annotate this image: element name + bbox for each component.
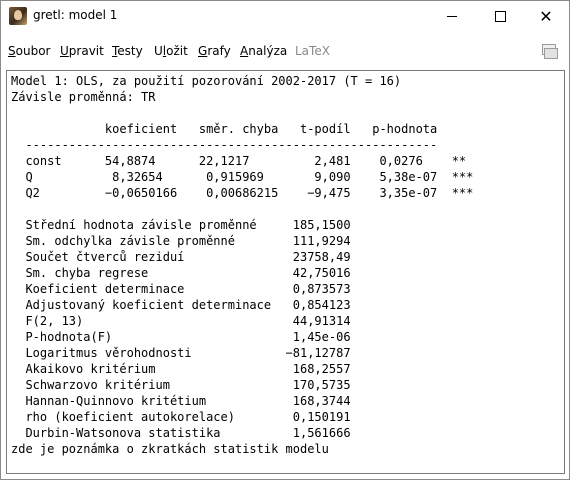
minimize-button[interactable] bbox=[429, 1, 475, 32]
menu-bar: Soubor Upravit Testy Uložit Grafy Analýz… bbox=[1, 32, 569, 70]
gretl-app-icon bbox=[9, 7, 27, 25]
output-line: Součet čtverců reziduí 23758,49 bbox=[11, 250, 351, 264]
maximize-button[interactable] bbox=[477, 1, 523, 32]
maximize-icon bbox=[494, 11, 506, 22]
output-line: Akaikovo kritérium 168,2557 bbox=[11, 362, 351, 376]
output-line: Střední hodnota závisle proměnné 185,150… bbox=[11, 218, 351, 232]
model-output-text: Model 1: OLS, za použití pozorování 2002… bbox=[11, 73, 473, 457]
output-line: Hannan-Quinnovo kritétium 168,3744 bbox=[11, 394, 351, 408]
menu-upravit[interactable]: Upravit bbox=[60, 44, 104, 58]
menu-ulozit[interactable]: Uložit bbox=[154, 44, 188, 58]
output-line: Sm. chyba regrese 42,75016 bbox=[11, 266, 351, 280]
menu-soubor[interactable]: Soubor bbox=[8, 44, 50, 58]
close-icon: ✕ bbox=[539, 6, 553, 26]
output-line: Durbin-Watsonova statistika 1,561666 bbox=[11, 426, 351, 440]
close-button[interactable]: ✕ bbox=[523, 1, 569, 32]
model-output-area[interactable]: Model 1: OLS, za použití pozorování 2002… bbox=[6, 70, 565, 474]
output-line: Model 1: OLS, za použití pozorování 2002… bbox=[11, 74, 402, 88]
copy-icon[interactable] bbox=[541, 43, 558, 59]
title-bar[interactable]: gretl: model 1 ✕ bbox=[1, 1, 569, 32]
output-line: Q2 −0,0650166 0,00686215 −9,475 3,35e-07… bbox=[11, 186, 474, 200]
output-line: F(2, 13) 44,91314 bbox=[11, 314, 351, 328]
output-line: P-hodnota(F) 1,45e-06 bbox=[11, 330, 351, 344]
output-line: zde je poznámka o zkratkách statistik mo… bbox=[11, 442, 329, 456]
menu-latex: LaTeX bbox=[295, 44, 330, 58]
gretl-model-window: gretl: model 1 ✕ Soubor Upravit Testy Ul… bbox=[0, 0, 570, 480]
output-line: const 54,8874 22,1217 2,481 0,0276 ** bbox=[11, 154, 467, 168]
menu-testy[interactable]: Testy bbox=[112, 44, 143, 58]
output-line: koeficient směr. chyba t-podíl p-hodnota bbox=[11, 122, 438, 136]
menu-grafy[interactable]: Grafy bbox=[198, 44, 231, 58]
output-line: Koeficient determinace 0,873573 bbox=[11, 282, 351, 296]
output-line: Q 8,32654 0,915969 9,090 5,38e-07 *** bbox=[11, 170, 474, 184]
output-line: ----------------------------------------… bbox=[11, 138, 438, 152]
minimize-icon bbox=[447, 16, 457, 17]
output-line: Logaritmus věrohodnosti −81,12787 bbox=[11, 346, 351, 360]
menu-analyza[interactable]: Analýza bbox=[240, 44, 287, 58]
output-line: Adjustovaný koeficient determinace 0,854… bbox=[11, 298, 351, 312]
output-line: rho (koeficient autokorelace) 0,150191 bbox=[11, 410, 351, 424]
output-line: Sm. odchylka závisle proměnné 111,9294 bbox=[11, 234, 351, 248]
window-title: gretl: model 1 bbox=[33, 8, 118, 22]
output-line: Schwarzovo kritérium 170,5735 bbox=[11, 378, 351, 392]
output-line: Závisle proměnná: TR bbox=[11, 90, 156, 104]
